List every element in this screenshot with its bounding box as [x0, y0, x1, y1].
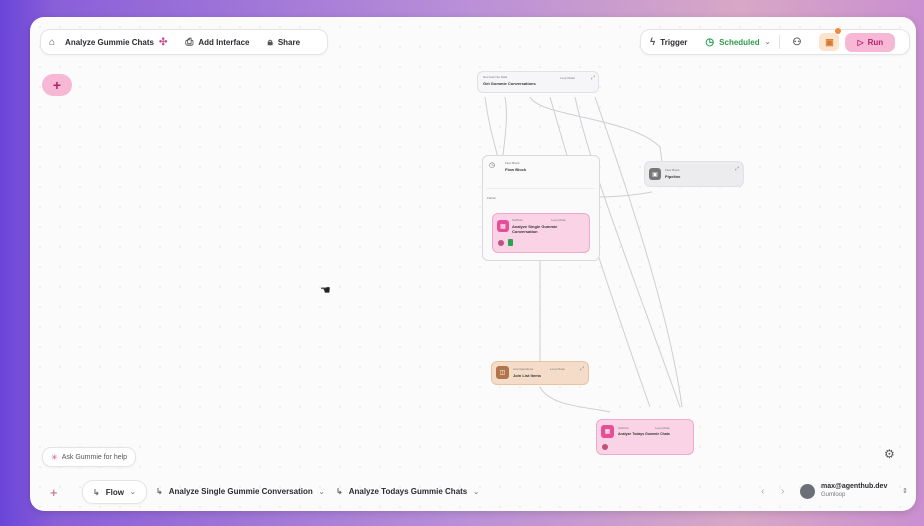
user-info[interactable]: max@agenthub.dev Gumloop: [821, 483, 887, 498]
node-list-operations[interactable]: ◫ List Operations Join List Items Loop M…: [491, 361, 589, 385]
edge: [594, 96, 683, 408]
user-email: max@agenthub.dev: [821, 483, 888, 490]
chevron-down-icon: ⌄: [318, 488, 325, 496]
node-type-label: Get Gummie Data: [483, 75, 508, 79]
chevron-right-icon[interactable]: ›: [781, 486, 784, 497]
expand-icon[interactable]: ⤢: [580, 366, 584, 372]
flow-tab[interactable]: ↳ Flow ⌄: [82, 480, 147, 504]
node-type-label: Flow Block: [505, 161, 520, 165]
ask-gummie-button[interactable]: ✳ Ask Gummie for help: [42, 447, 137, 467]
expand-icon[interactable]: ⤢: [591, 75, 595, 81]
home-button[interactable]: ⌂: [41, 30, 63, 54]
loop-mode-label: Loop Mode: [550, 367, 566, 371]
node-title: Analyze Single Gummie Conversation: [512, 224, 558, 234]
node-title: Analyze Todays Gummie Chats: [618, 432, 670, 436]
chevron-left-icon[interactable]: ‹: [761, 486, 764, 497]
workflow-title[interactable]: Analyze Gummie Chats ✣: [63, 30, 176, 54]
settings-gear-icon[interactable]: ⚙: [884, 447, 895, 461]
expand-icon[interactable]: ⤢: [735, 166, 739, 172]
node-get-conversations[interactable]: Get Gummie Data Get Gummie Conversations…: [477, 71, 599, 93]
share-button[interactable]: 🔒︎ Share: [258, 30, 309, 54]
graph-icon: ⚇: [792, 36, 802, 48]
clock-icon: ◷: [489, 162, 496, 169]
nodes-button[interactable]: ⚇: [780, 30, 813, 54]
node-type-label: Flow Block: [665, 168, 680, 172]
scheduled-label: Scheduled: [719, 37, 760, 47]
hand-cursor-icon: ☚: [320, 283, 331, 297]
interface-icon: ⎙: [185, 36, 194, 48]
edge: [539, 386, 611, 413]
node-separator: [487, 178, 595, 189]
add-node-button[interactable]: +: [42, 74, 72, 96]
clock-icon: ◷: [705, 36, 715, 48]
notification-dot: [835, 28, 842, 34]
chevron-down-icon: ⌄: [129, 489, 136, 496]
org-name: Gumloop: [821, 492, 846, 498]
mode-label: Flatten: [487, 196, 497, 200]
loop-mode-label: Loop Mode: [560, 76, 576, 80]
share-label: Share: [277, 37, 301, 47]
tab-label: Analyze Todays Gummie Chats: [348, 487, 468, 496]
flow-arrow-icon: ↳: [93, 487, 100, 497]
trigger-label: Trigger: [660, 37, 688, 47]
edge: [594, 191, 653, 198]
top-right-toolbar: ϟ Trigger ◷ Scheduled ⌄ ⚇ ▣ ▷ Run: [640, 28, 910, 55]
home-icon: ⌂: [49, 36, 56, 48]
expand-updown-icon[interactable]: ⇕: [902, 487, 908, 495]
sparkle-icon: ✣: [158, 36, 168, 48]
add-tab-button[interactable]: +: [50, 485, 58, 500]
gummie-icon: [498, 240, 504, 246]
node-title: Pipeline: [665, 174, 681, 179]
subflow-icon: ▦: [497, 220, 509, 232]
loop-mode-label: Loop Mode: [655, 426, 671, 430]
app-window: ⌂ Analyze Gummie Chats ✣ ⎙ Add Interface…: [30, 17, 916, 511]
save-icon: ▣: [819, 33, 840, 51]
bolt-icon: ϟ: [650, 36, 656, 48]
subflow-icon: ▦: [601, 425, 614, 438]
node-type-label: Subflow: [618, 426, 629, 430]
tab-analyze-todays[interactable]: ↳ Analyze Todays Gummie Chats ⌄: [336, 487, 479, 496]
bottom-bar: + ↳ Flow ⌄ ↳ Analyze Single Gummie Conve…: [30, 474, 916, 511]
add-interface-label: Add Interface: [198, 37, 250, 47]
list-icon: ◫: [496, 366, 509, 379]
run-label: Run: [867, 37, 884, 47]
lock-icon: 🔒︎: [267, 36, 273, 48]
flow-arrow-icon: ↳: [336, 487, 343, 496]
play-icon: ▷: [857, 37, 864, 47]
node-title: Get Gummie Conversations: [483, 81, 536, 86]
chevron-down-icon: ⌄: [764, 39, 771, 46]
run-button[interactable]: ▷ Run: [845, 32, 896, 52]
save-button[interactable]: ▣: [813, 28, 845, 54]
node-analyze-todays[interactable]: ▦ Subflow Analyze Todays Gummie Chats Lo…: [596, 419, 694, 455]
gummie-icon: [602, 444, 608, 450]
add-interface-button[interactable]: ⎙ Add Interface: [176, 30, 258, 54]
loop-mode-label: Loop Mode: [551, 218, 567, 222]
tab-analyze-single[interactable]: ↳ Analyze Single Gummie Conversation ⌄: [156, 487, 325, 496]
node-type-label: Subflow: [512, 218, 523, 222]
top-left-toolbar: ⌂ Analyze Gummie Chats ✣ ⎙ Add Interface…: [40, 29, 328, 55]
node-pipeline[interactable]: ▣ Flow Block Pipeline ⤢: [644, 161, 744, 187]
sheets-icon: [508, 239, 513, 246]
node-connections: [484, 96, 683, 413]
workflow-title-text: Analyze Gummie Chats: [65, 37, 154, 47]
avatar[interactable]: [800, 484, 815, 499]
node-title: Flow Block: [505, 167, 527, 172]
flow-arrow-icon: ↳: [156, 487, 163, 496]
node-analyze-single[interactable]: ▦ Subflow Analyze Single Gummie Conversa…: [492, 213, 590, 253]
node-type-label: List Operations: [513, 367, 534, 371]
tab-label: Analyze Single Gummie Conversation: [168, 487, 313, 496]
node-title: Join List Items: [513, 373, 542, 378]
scheduled-dropdown[interactable]: ◷ Scheduled ⌄: [696, 30, 779, 54]
pipeline-icon: ▣: [649, 168, 661, 180]
ask-gummie-label: Ask Gummie for help: [61, 453, 128, 461]
trigger-button[interactable]: ϟ Trigger: [641, 30, 696, 54]
edge: [529, 96, 663, 163]
flow-label: Flow: [105, 487, 124, 497]
sparkle-icon: ✳: [51, 452, 58, 462]
chevron-down-icon: ⌄: [473, 488, 480, 496]
